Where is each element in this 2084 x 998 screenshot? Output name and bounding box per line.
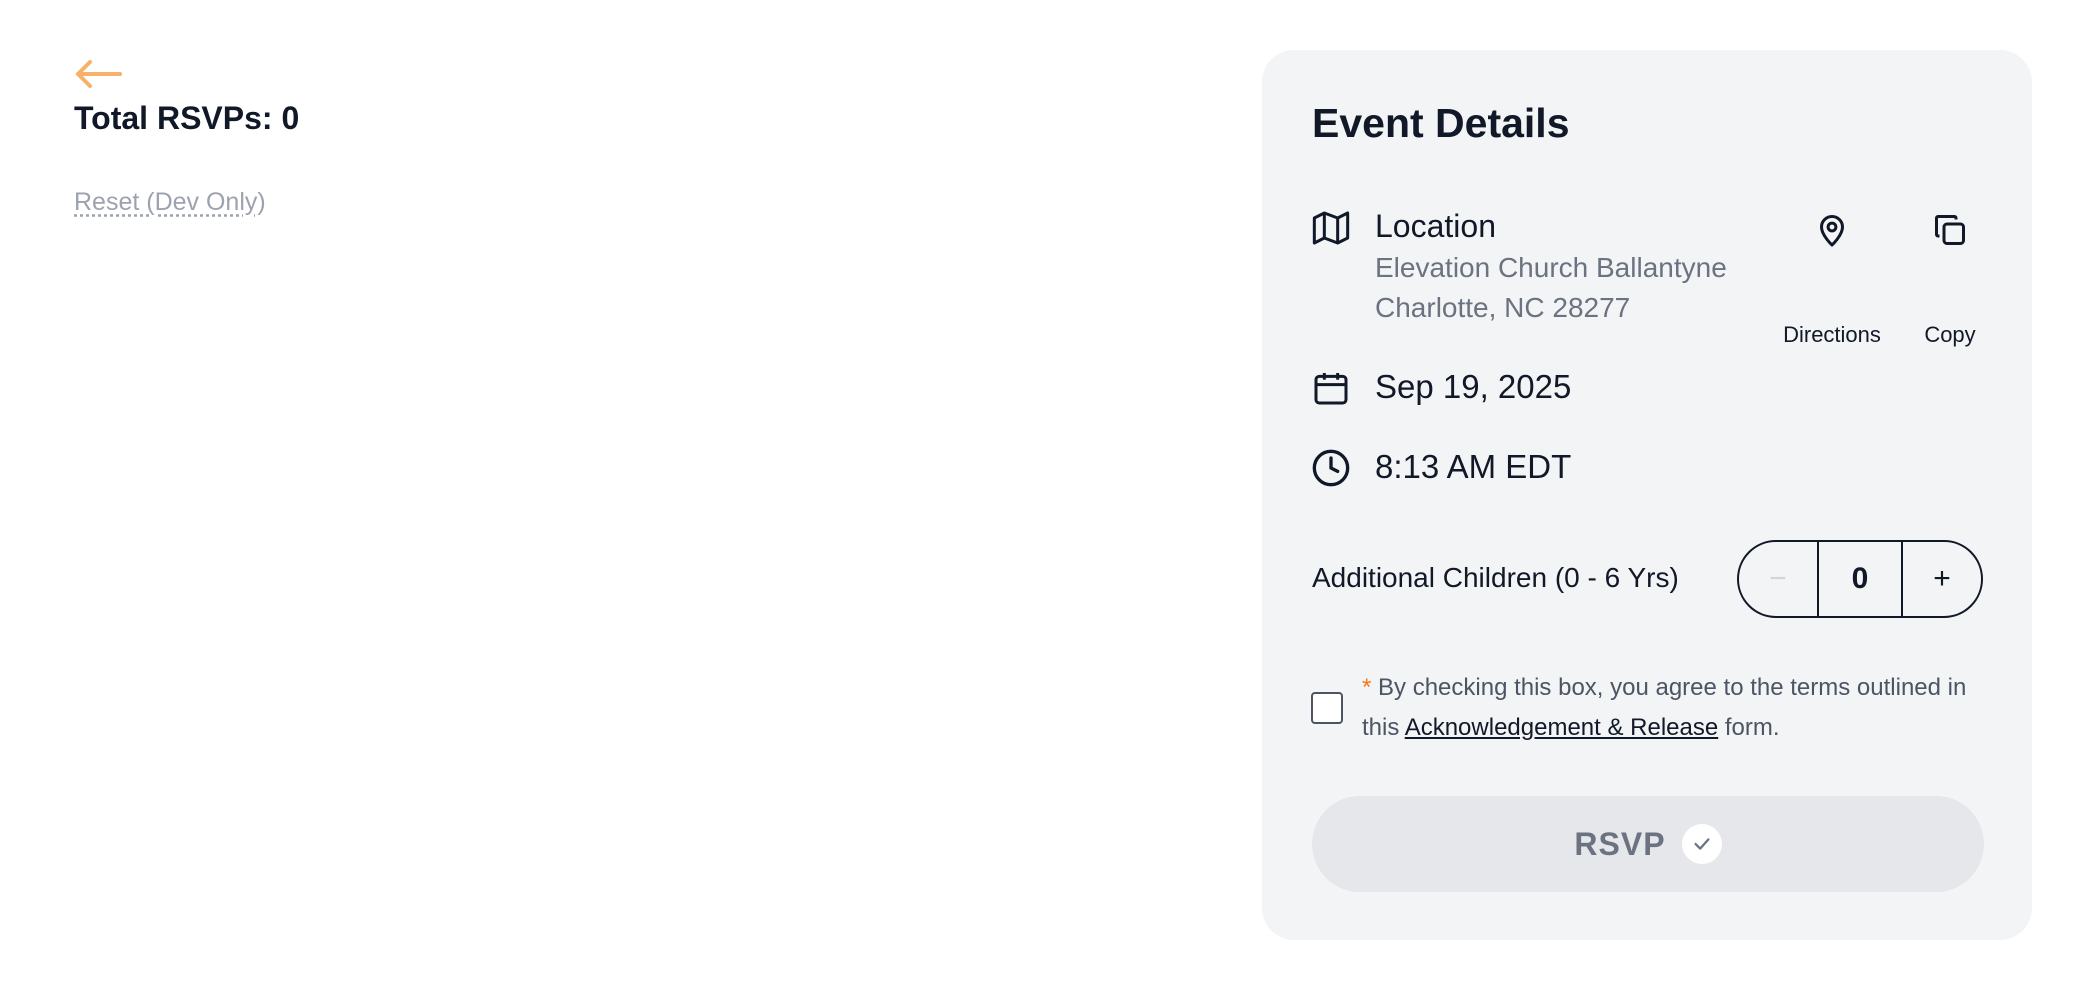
calendar-icon [1311,368,1351,408]
rsvp-label: RSVP [1574,825,1666,862]
location-label: Location [1375,208,1496,244]
event-date: Sep 19, 2025 [1375,368,1572,405]
total-rsvps-count: Total RSVPs: 0 [74,100,300,136]
map-icon [1311,208,1351,248]
clock-icon [1311,448,1351,488]
terms-text-after: form. [1718,714,1780,741]
directions-label: Directions [1783,322,1881,347]
terms-checkbox[interactable] [1311,692,1343,724]
children-quantity-stepper: − 0 + [1737,540,1983,618]
check-icon [1681,824,1722,864]
required-asterisk: * [1362,674,1372,701]
directions-button[interactable]: Directions [1772,212,1892,347]
reset-link[interactable]: Reset (Dev Only) [74,188,266,217]
copy-label: Copy [1924,322,1976,347]
copy-icon [1932,212,1968,248]
additional-children-label: Additional Children (0 - 6 Yrs) [1312,562,1679,593]
arrow-left-icon[interactable] [74,56,124,92]
location-venue: Elevation Church Ballantyne [1375,252,1727,283]
increment-button[interactable]: + [1903,542,1981,616]
rsvp-button[interactable]: RSVP [1312,796,1984,892]
children-count: 0 [1819,542,1903,616]
acknowledgement-release-link[interactable]: Acknowledgement & Release [1405,714,1719,741]
location-city: Charlotte, NC 28277 [1375,292,1631,323]
page: Total RSVPs: 0 Reset (Dev Only) Event De… [0,0,2084,998]
copy-button[interactable]: Copy [1890,212,2010,347]
decrement-button[interactable]: − [1739,542,1819,616]
event-time: 8:13 AM EDT [1375,448,1572,485]
card-title: Event Details [1312,100,1570,146]
terms-text: * By checking this box, you agree to the… [1362,668,2002,748]
event-details-card: Event Details Location Elevation Church … [1262,50,2032,940]
map-pin-icon [1814,212,1850,248]
